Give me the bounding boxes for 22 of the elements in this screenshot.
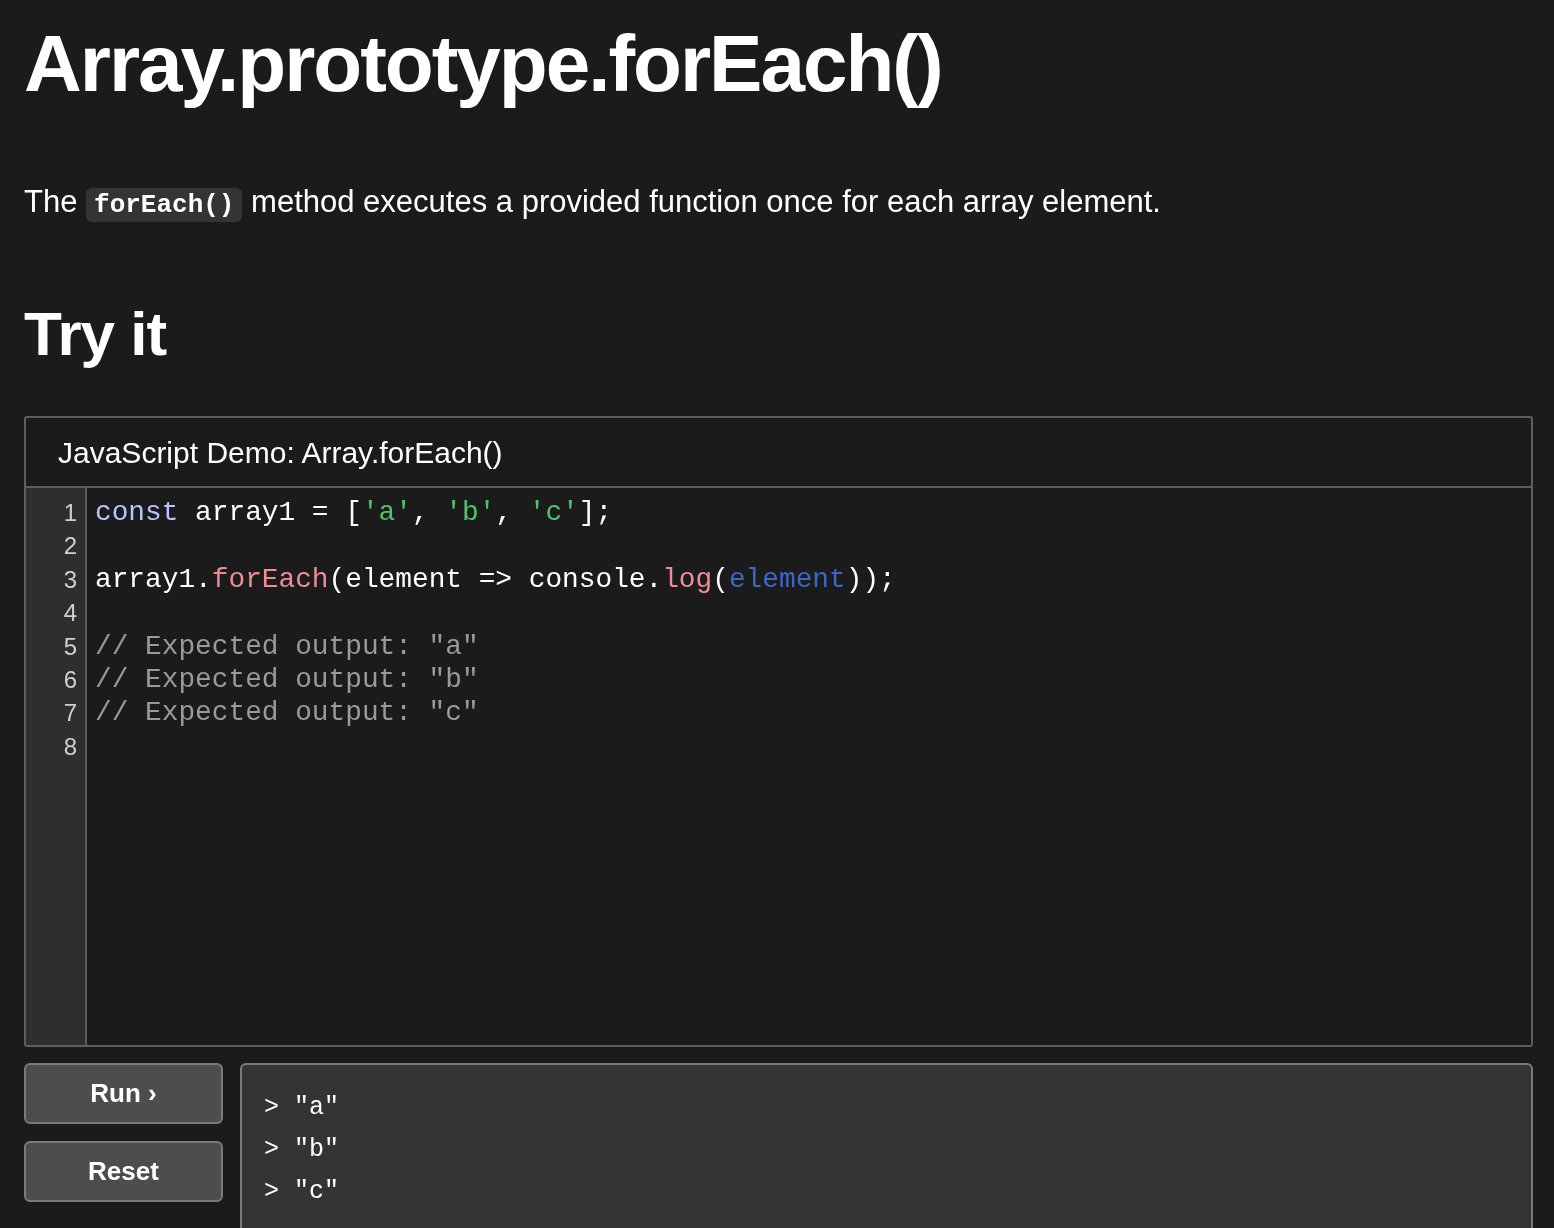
line-number: 4 xyxy=(63,598,78,629)
code-line: // Expected output: "a" xyxy=(95,629,479,663)
section-heading: Try it xyxy=(24,298,167,370)
demo-button[interactable]: Run › xyxy=(24,1063,223,1124)
line-number: 6 xyxy=(63,664,78,695)
output-line: > "c" xyxy=(264,1176,339,1208)
output-line: > "a" xyxy=(264,1092,339,1124)
output-line: > "b" xyxy=(264,1134,339,1166)
description-text: The forEach() method executes a provided function once for each array element. xyxy=(24,183,1161,224)
line-number: 5 xyxy=(63,631,78,662)
code-line: array1.forEach(element => console.log(element)); xyxy=(95,562,896,597)
code-line: const array1 = ['a', 'b', 'c']; xyxy=(95,496,613,530)
code-line: // Expected output: "b" xyxy=(95,662,479,697)
code-editor[interactable]: 1 2 3 4 5 6 7 8 const array1 = ['a', 'b', 'c']; array1.forEach(element => console.log(element)); // Expected output: "a" // Expected output: "b" // Expected output: "c" xyxy=(26,488,1531,1045)
line-number: 7 xyxy=(63,698,78,729)
page-title: Array.prototype.forEach() xyxy=(24,18,942,110)
code-line: // Expected output: "c" xyxy=(95,696,479,730)
line-number: 8 xyxy=(63,731,78,762)
line-number: 1 xyxy=(63,498,78,528)
line-number: 2 xyxy=(63,531,78,562)
line-number: 3 xyxy=(63,564,78,595)
demo-button[interactable]: Reset xyxy=(24,1141,223,1202)
